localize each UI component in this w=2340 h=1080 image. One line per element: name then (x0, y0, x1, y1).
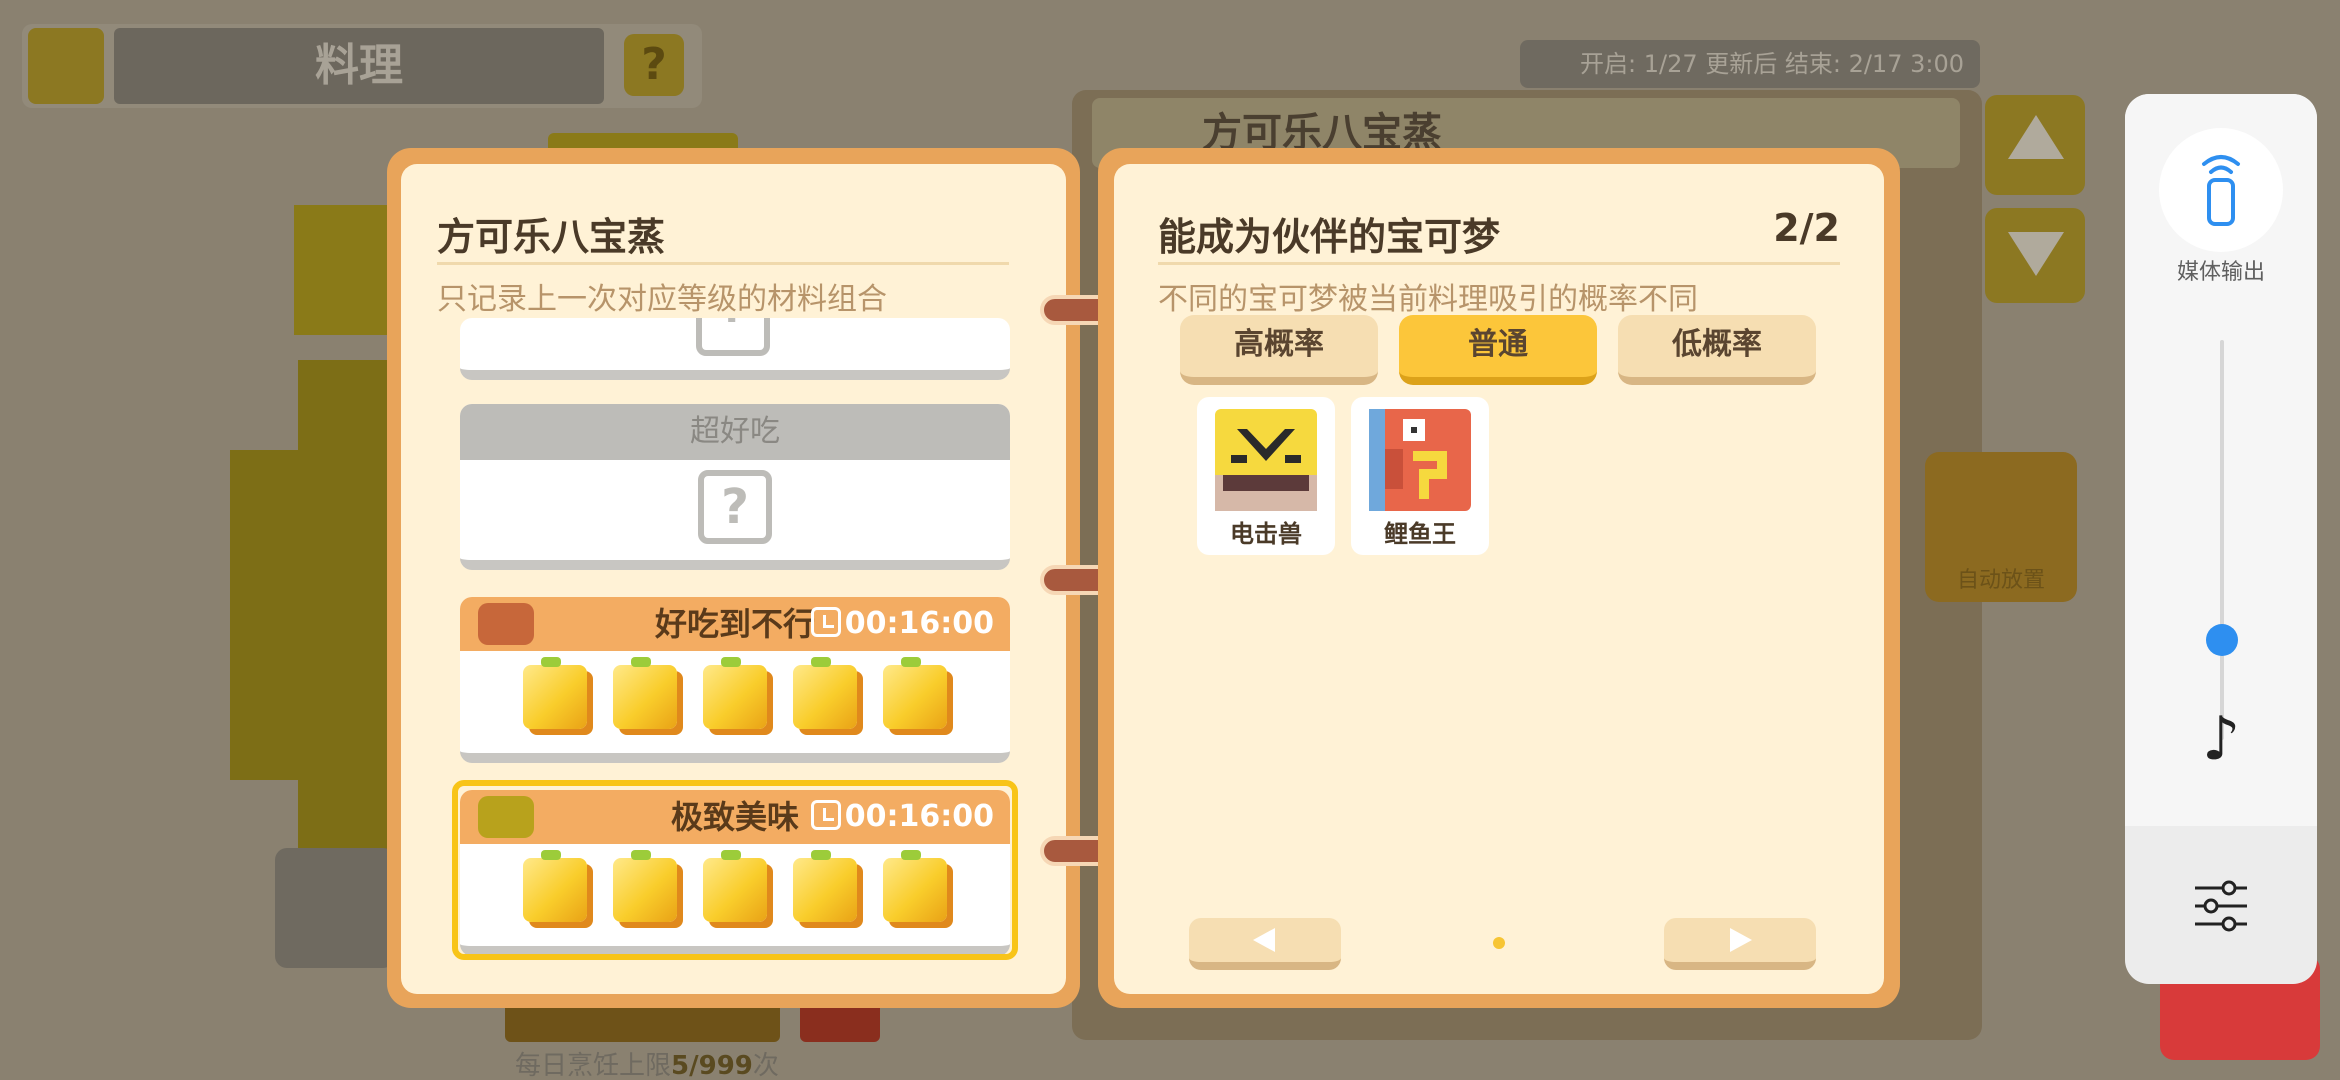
right-page: 能成为伙伴的宝可梦 2/2 不同的宝可梦被当前料理吸引的概率不同 (1114, 164, 1884, 994)
daily-limit-suffix: 次 (752, 1051, 779, 1080)
arrow-down-icon (2008, 232, 2064, 276)
pokemon-name: 鲤鱼王 (1384, 520, 1456, 548)
magikarp-icon (1369, 409, 1471, 511)
ingredient-list (460, 651, 1010, 729)
tab-normal-rate[interactable]: 普通 (1399, 315, 1597, 385)
prev-page-button[interactable] (1189, 918, 1341, 970)
cook-timer: 00:16:00 (810, 597, 994, 651)
top-bar: 料理 ? (22, 24, 702, 108)
recipe-grade-card[interactable]: 好吃到不行 00:16:00 (460, 597, 1010, 763)
daily-limit-value: 5/999 (671, 1051, 753, 1080)
pokemon-card[interactable]: 电击兽 (1197, 397, 1335, 555)
auto-place-button[interactable]: 自动放置 (1925, 452, 2077, 602)
recipe-title: 方可乐八宝蒸 (437, 215, 666, 259)
recipe-book-right: 能成为伙伴的宝可梦 2/2 不同的宝可梦被当前料理吸引的概率不同 (1098, 148, 1900, 1008)
tab-high-rate[interactable]: 高概率 (1180, 315, 1378, 385)
cooking-pot-icon[interactable] (28, 28, 104, 104)
honey-ingredient-icon (703, 657, 767, 729)
camera-rotate-button[interactable] (275, 848, 395, 968)
recipe-grade-card[interactable]: 超好吃 ? (460, 404, 1010, 570)
media-output-button[interactable] (2159, 128, 2283, 252)
pokemon-card[interactable]: 鲤鱼王 (1351, 397, 1489, 555)
honey-ingredient-icon (883, 657, 947, 729)
electabuzz-icon (1215, 409, 1317, 511)
recipe-grade-card[interactable]: ? (460, 318, 1010, 380)
honey-ingredient-icon (613, 657, 677, 729)
page-dot (1493, 937, 1505, 949)
arrow-right-icon (1730, 928, 1752, 952)
arrow-left-icon (1253, 928, 1275, 952)
music-note-icon: ♪ (2201, 704, 2241, 774)
arrow-up-icon (2008, 115, 2064, 159)
unknown-icon: ? (698, 470, 772, 544)
unknown-icon: ? (696, 318, 770, 356)
volume-slider-knob[interactable] (2206, 624, 2238, 656)
grade-label: 超好吃 (460, 404, 1010, 460)
bg-decor (230, 450, 300, 780)
pokemon-name: 电击兽 (1230, 520, 1302, 548)
volume-slider-track[interactable] (2220, 340, 2224, 740)
daily-limit-label: 每日烹饪上限 (515, 1051, 672, 1080)
media-output-label: 媒体输出 (2176, 260, 2265, 285)
cook-time: 00:16:00 (844, 606, 994, 641)
cast-device-icon (2202, 155, 2240, 226)
media-output-panel: 媒体输出 ♪ (2125, 94, 2317, 984)
equalizer-settings-icon[interactable] (2191, 878, 2251, 934)
tab-low-rate[interactable]: 低概率 (1618, 315, 1816, 385)
clock-icon (810, 607, 841, 637)
grade-header: 好吃到不行 00:16:00 (460, 597, 1010, 651)
divider (1158, 262, 1840, 265)
page-indicator: 2/2 (1773, 206, 1840, 250)
partner-title: 能成为伙伴的宝可梦 (1158, 215, 1501, 259)
help-button[interactable]: ? (624, 34, 684, 96)
event-period: 开启: 1/27 更新后 结束: 2/17 3:00 (1520, 40, 1980, 88)
honey-ingredient-icon (523, 657, 587, 729)
screen-title: 料理 (114, 28, 604, 104)
daily-limit: 每日烹饪上限5/999次 (515, 1045, 779, 1080)
partner-subtitle: 不同的宝可梦被当前料理吸引的概率不同 (1158, 282, 1698, 317)
divider (437, 262, 1009, 265)
selection-highlight (452, 780, 1018, 960)
recipe-subtitle: 只记录上一次对应等级的材料组合 (437, 282, 887, 317)
next-page-button[interactable] (1664, 918, 1816, 970)
honey-ingredient-icon (793, 657, 857, 729)
